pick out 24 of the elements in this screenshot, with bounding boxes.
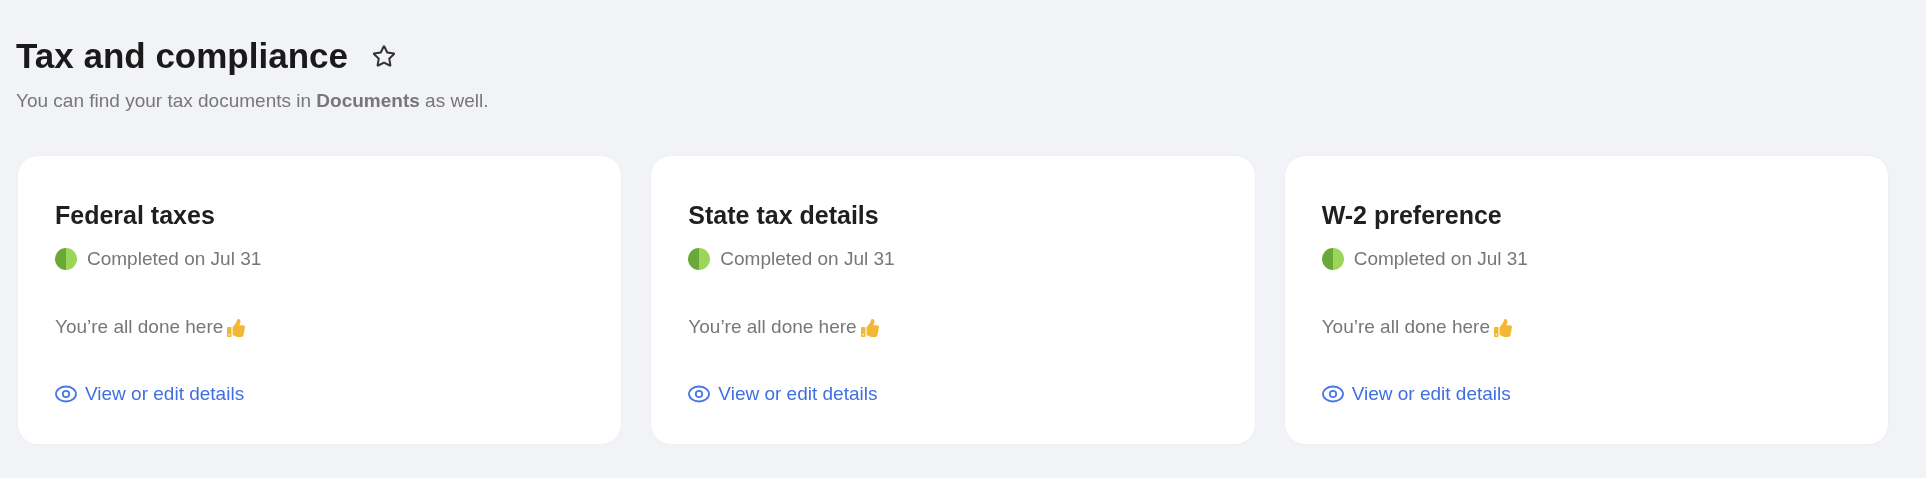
message-text: You’re all done here xyxy=(1321,315,1490,340)
star-icon[interactable] xyxy=(371,43,396,68)
eye-icon xyxy=(1321,385,1344,403)
message-text: You’re all done here xyxy=(55,315,224,340)
status-dot-icon xyxy=(1321,248,1344,270)
page-subtitle: You can find your tax documents in Documents as well. xyxy=(16,89,490,113)
page-title: Tax and compliance xyxy=(16,38,348,73)
card-title: Federal taxes xyxy=(55,199,216,231)
thumbs-up-icon xyxy=(227,318,246,337)
status-text: Completed on Jul 31 xyxy=(1353,246,1528,271)
status-dot-icon xyxy=(688,248,711,270)
eye-icon xyxy=(688,385,711,403)
card-title: State tax details xyxy=(688,199,880,231)
view-details-link[interactable]: View or edit details xyxy=(55,379,245,409)
view-details-link[interactable]: View or edit details xyxy=(1321,379,1511,409)
status-text: Completed on Jul 31 xyxy=(720,246,895,271)
message-text: You’re all done here xyxy=(688,315,857,340)
view-details-link[interactable]: View or edit details xyxy=(688,379,878,409)
status-dot-icon xyxy=(55,248,77,270)
thumbs-up-icon xyxy=(1494,318,1512,337)
thumbs-up-icon xyxy=(860,318,879,337)
eye-icon xyxy=(55,385,77,403)
card-title: W-2 preference xyxy=(1321,199,1503,231)
status-text: Completed on Jul 31 xyxy=(87,246,262,271)
